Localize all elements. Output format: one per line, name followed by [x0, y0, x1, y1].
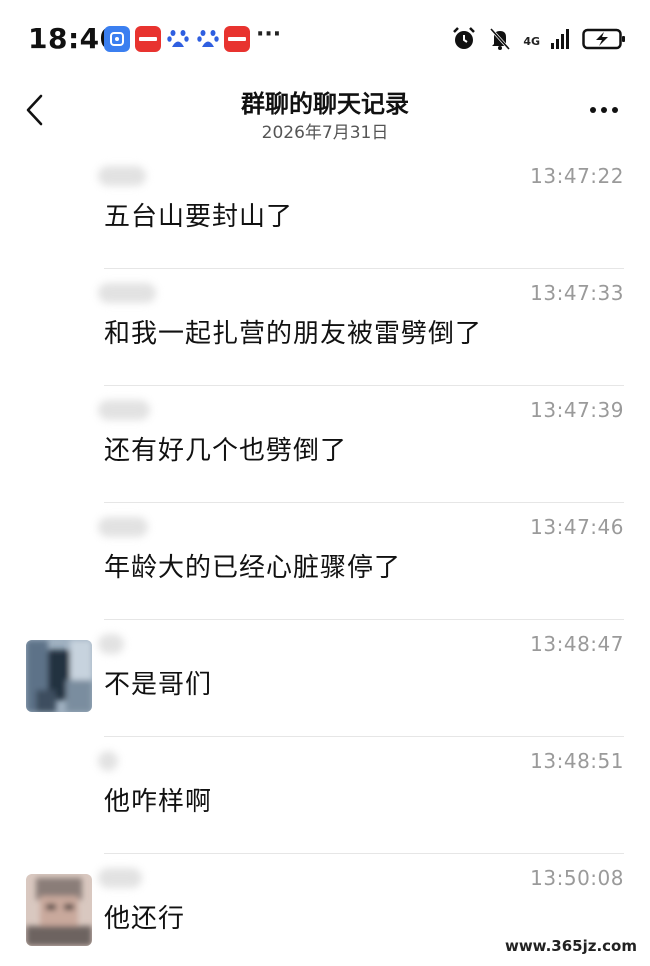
message-time: 13:47:46 — [530, 515, 624, 539]
more-options-button[interactable] — [586, 96, 622, 124]
sender-name-redacted — [98, 751, 118, 771]
page-subtitle-date: 2026年7月31日 — [261, 123, 389, 143]
sender-name-redacted — [98, 634, 124, 654]
message-text: 还有好几个也劈倒了 — [104, 436, 348, 466]
status-bar: 18:40 ··· 4G — [0, 0, 650, 82]
message-time: 13:47:39 — [530, 398, 624, 422]
message-time: 13:48:51 — [530, 749, 624, 773]
message-text: 年龄大的已经心脏骤停了 — [104, 553, 402, 583]
sender-name-redacted — [98, 400, 150, 420]
message-text: 五台山要封山了 — [104, 202, 294, 232]
message-item[interactable]: 13:47:39 还有好几个也劈倒了 — [0, 386, 650, 503]
message-time: 13:47:22 — [530, 164, 624, 188]
sender-name-redacted — [98, 283, 156, 303]
avatar[interactable] — [26, 874, 92, 946]
message-item[interactable]: 13:48:47 不是哥们 — [0, 620, 650, 737]
status-indicators: 4G — [451, 26, 626, 56]
message-time: 13:47:33 — [530, 281, 624, 305]
chat-history-screen: 18:40 ··· 4G 群聊的聊天记录 2026年7月31日 13:47:22… — [0, 0, 650, 966]
message-item[interactable]: 13:47:33 和我一起扎营的朋友被雷劈倒了 — [0, 269, 650, 386]
page-title: 群聊的聊天记录 — [241, 90, 409, 118]
message-list[interactable]: 13:47:22 五台山要封山了 13:47:33 和我一起扎营的朋友被雷劈倒了… — [0, 152, 650, 966]
baidu-icon — [195, 26, 221, 52]
avatar[interactable] — [26, 640, 92, 712]
more-dots-icon — [590, 107, 596, 113]
message-time: 13:48:47 — [530, 632, 624, 656]
signal-icon — [550, 27, 572, 55]
message-text: 和我一起扎营的朋友被雷劈倒了 — [104, 319, 483, 349]
network-indicator: 4G — [523, 36, 540, 47]
network-type-label: 4G — [523, 34, 540, 48]
sender-name-redacted — [98, 517, 148, 537]
more-dots-icon — [612, 107, 618, 113]
message-item[interactable]: 13:48:51 他咋样啊 — [0, 737, 650, 854]
message-text: 他还行 — [104, 904, 186, 934]
message-item[interactable]: 13:47:22 五台山要封山了 — [0, 152, 650, 269]
mute-bell-icon — [487, 26, 513, 56]
status-more-indicator: ··· — [256, 22, 282, 47]
message-item[interactable]: 13:47:46 年龄大的已经心脏骤停了 — [0, 503, 650, 620]
xiaohongshu-icon — [135, 26, 161, 52]
baidu-icon — [165, 26, 191, 52]
blurred-avatar-icon — [26, 640, 92, 712]
xiaohongshu-icon — [224, 26, 250, 52]
alarm-icon — [451, 26, 477, 56]
battery-charging-icon — [582, 27, 626, 55]
nav-bar: 群聊的聊天记录 2026年7月31日 — [0, 82, 650, 148]
wallet-app-icon — [104, 26, 130, 52]
sender-name-redacted — [98, 166, 146, 186]
more-dots-icon — [601, 107, 607, 113]
sender-name-redacted — [98, 868, 142, 888]
message-time: 13:50:08 — [530, 866, 624, 890]
watermark: www.365jz.com — [501, 936, 640, 956]
blurred-avatar-icon — [26, 874, 92, 946]
message-text: 他咋样啊 — [104, 787, 213, 817]
message-text: 不是哥们 — [104, 670, 213, 700]
